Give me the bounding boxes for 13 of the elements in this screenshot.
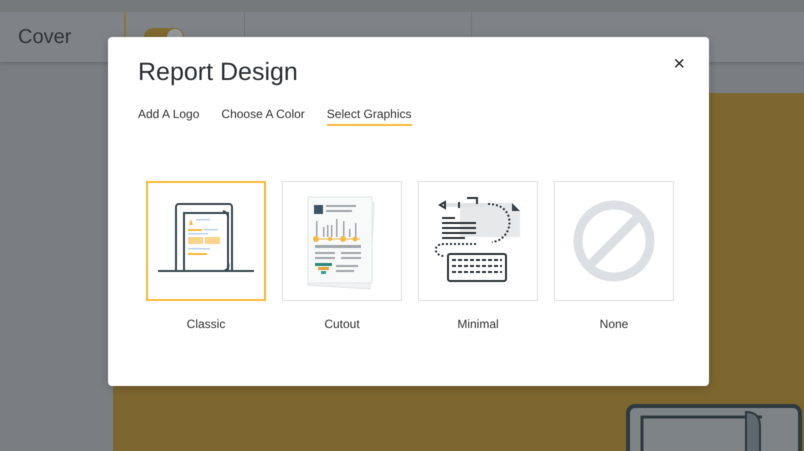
none-icon — [573, 200, 655, 282]
close-button[interactable]: × — [673, 54, 685, 74]
option-label: Classic — [186, 317, 226, 331]
graphic-option[interactable] — [418, 181, 538, 301]
option-label: Cutout — [324, 317, 360, 331]
graphic-option[interactable] — [146, 181, 266, 301]
tab[interactable]: Select Graphics — [326, 107, 412, 126]
option-label: Minimal — [457, 317, 499, 331]
tab[interactable]: Add A Logo — [138, 107, 200, 126]
page-title: Cover — [17, 26, 72, 48]
tab[interactable]: Choose A Color — [221, 107, 305, 126]
option-label: None — [600, 317, 628, 331]
dialog-title: Report Design — [138, 57, 298, 87]
